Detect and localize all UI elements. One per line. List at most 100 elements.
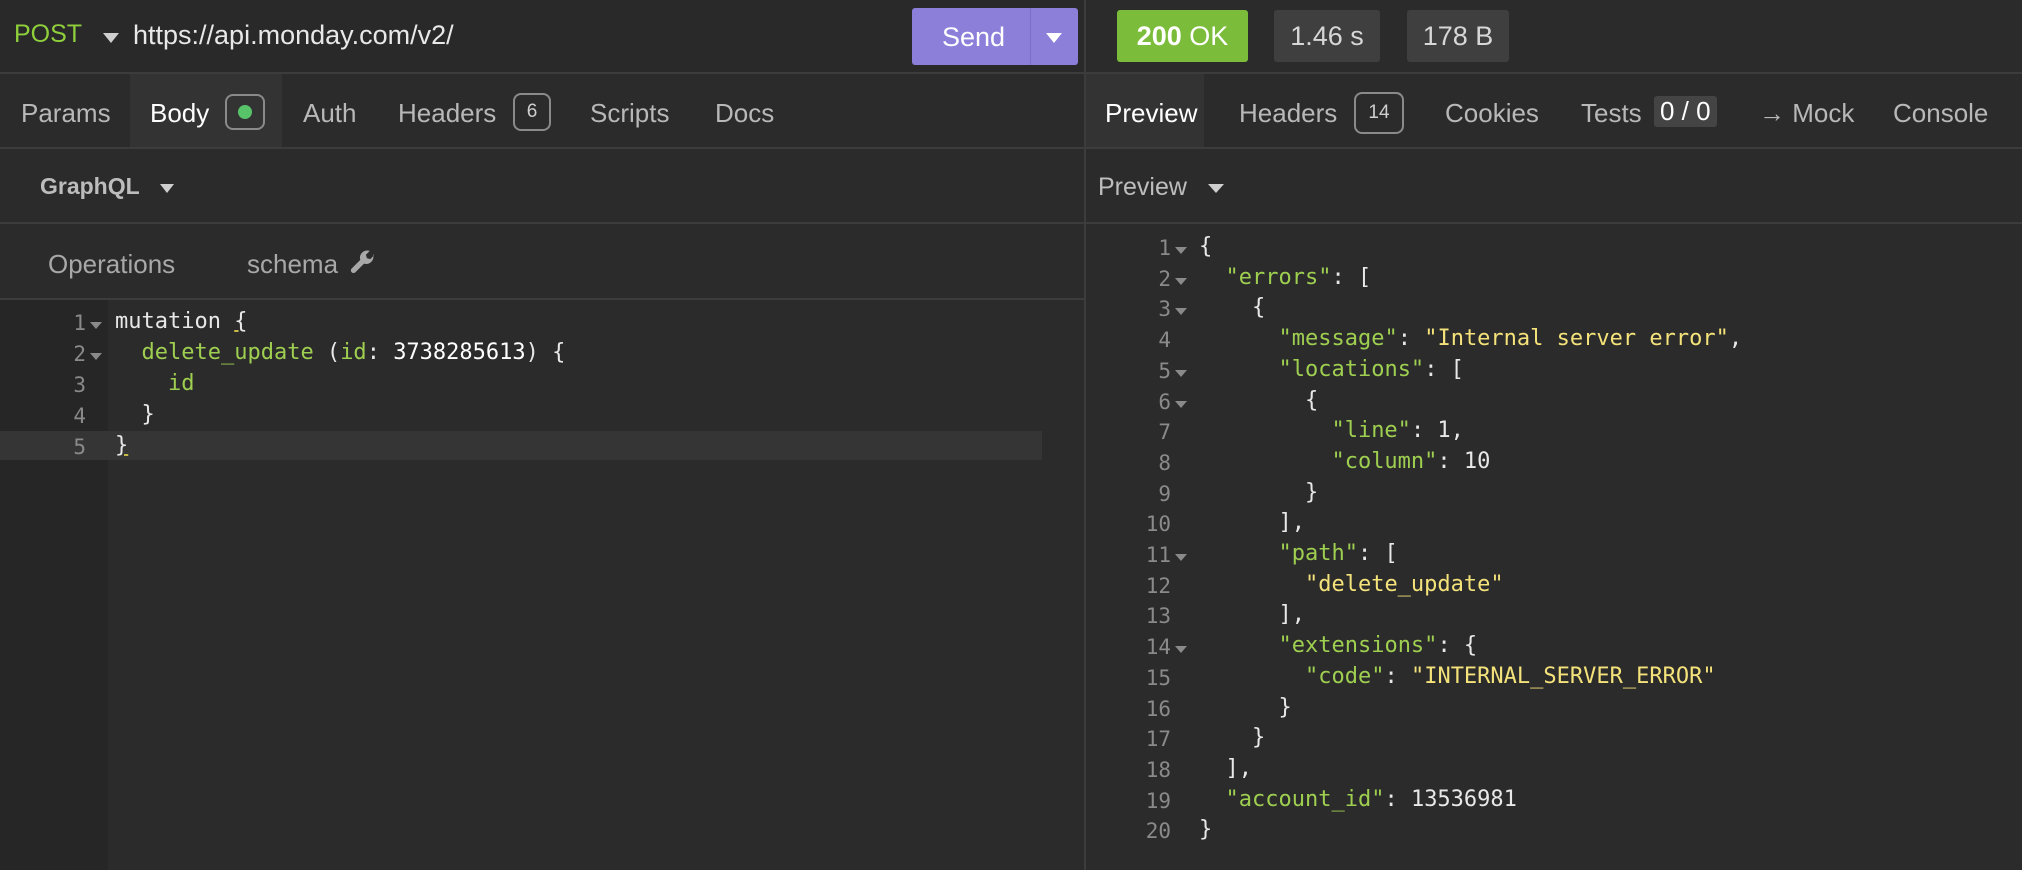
body-active-indicator xyxy=(225,94,265,130)
json-punct: { xyxy=(1199,234,1213,259)
code-line: mutation { xyxy=(115,309,247,334)
tab-preview[interactable]: Preview xyxy=(1105,98,1197,129)
brace: } xyxy=(141,402,155,427)
code-line: } xyxy=(115,433,128,458)
method-dropdown-icon[interactable] xyxy=(103,33,119,43)
punct: : xyxy=(366,340,394,365)
fold-arrow-icon[interactable] xyxy=(1175,369,1187,377)
json-line: ], xyxy=(1199,755,1253,781)
tab-params[interactable]: Params xyxy=(21,98,111,129)
body-type-dropdown-icon[interactable] xyxy=(160,184,174,193)
json-line: { xyxy=(1199,388,1318,413)
line-number: 5 xyxy=(1158,358,1171,383)
brace: { xyxy=(234,309,248,334)
status-badge: 200 OK xyxy=(1117,10,1248,62)
query-editor[interactable]: 1 mutation { 2 delete_update (id: 373828… xyxy=(0,300,1084,870)
tab-response-headers[interactable]: Headers xyxy=(1239,98,1337,129)
line-number: 16 xyxy=(1145,696,1171,721)
send-divider xyxy=(1030,8,1031,65)
preview-mode-row: Preview xyxy=(1086,149,2022,224)
json-string: "delete_update" xyxy=(1304,571,1504,597)
json-line: "path": [ xyxy=(1199,541,1397,566)
line-number: 8 xyxy=(1158,450,1171,475)
line-number: 14 xyxy=(1145,635,1171,660)
json-punct: } xyxy=(1304,479,1319,505)
line-number: 1 xyxy=(73,311,86,335)
request-tabs: Params Body Auth Headers 6 Scripts Docs xyxy=(0,74,1084,149)
line-number: 10 xyxy=(1145,512,1171,537)
keyword: mutation xyxy=(115,309,235,334)
tab-mock[interactable]: → Mock xyxy=(1759,98,1854,129)
json-line: "message": "Internal server error", xyxy=(1199,326,1742,351)
method-selector[interactable]: POST xyxy=(14,20,82,49)
fold-arrow-icon[interactable] xyxy=(1175,308,1187,316)
code-line: id xyxy=(115,371,195,396)
json-key: "extensions" xyxy=(1278,633,1438,659)
tests-count-badge: 0 / 0 xyxy=(1654,96,1717,127)
send-options-icon[interactable] xyxy=(1046,33,1062,43)
response-viewer[interactable]: 1{2 "errors": [3 {4 "message": "Internal… xyxy=(1086,224,2022,870)
preview-mode-selector[interactable]: Preview xyxy=(1098,173,1187,202)
response-time-badge: 1.46 s xyxy=(1274,10,1380,62)
status-code: 200 xyxy=(1136,21,1182,51)
line-number: 13 xyxy=(1145,604,1171,629)
line-number: 15 xyxy=(1145,665,1171,690)
body-type-selector[interactable]: GraphQL xyxy=(40,173,140,200)
line-number: 18 xyxy=(1145,757,1171,782)
json-punct: , xyxy=(1728,326,1743,352)
fold-arrow-icon[interactable] xyxy=(1175,646,1187,654)
json-punct: : [ xyxy=(1424,356,1464,382)
fold-arrow-icon[interactable] xyxy=(90,322,102,329)
json-punct: ], xyxy=(1225,755,1253,781)
json-key: "account_id" xyxy=(1225,786,1385,812)
green-dot-icon xyxy=(238,105,252,119)
code-line: } xyxy=(115,402,155,427)
json-punct: ], xyxy=(1278,510,1305,536)
line-number: 9 xyxy=(1158,481,1171,506)
json-line: "locations": [ xyxy=(1199,356,1464,382)
response-tabs: Preview Headers 14 Cookies Tests 0 / 0 →… xyxy=(1086,74,2022,149)
line-number: 5 xyxy=(73,435,86,459)
response-size-badge: 178 B xyxy=(1407,10,1509,62)
line-number: 6 xyxy=(1158,389,1171,414)
json-punct: : xyxy=(1384,663,1411,689)
line-number: 4 xyxy=(1158,328,1171,353)
json-line: "line": 1, xyxy=(1199,418,1463,444)
json-key: "path" xyxy=(1278,541,1358,566)
tab-schema[interactable]: schema xyxy=(247,249,338,280)
punct: ) { xyxy=(525,340,566,365)
tab-headers[interactable]: Headers xyxy=(398,98,496,129)
tab-cookies[interactable]: Cookies xyxy=(1445,98,1539,129)
json-line: "column": 10 xyxy=(1199,449,1490,474)
line-number: 19 xyxy=(1145,788,1171,813)
json-punct: ], xyxy=(1278,602,1305,628)
fold-arrow-icon[interactable] xyxy=(1175,554,1187,561)
fold-arrow-icon[interactable] xyxy=(1175,247,1187,254)
send-button[interactable]: Send xyxy=(912,8,1078,65)
json-line: { xyxy=(1199,234,1212,259)
wrench-icon[interactable] xyxy=(349,248,377,276)
tab-docs[interactable]: Docs xyxy=(715,98,774,129)
line-number: 3 xyxy=(1158,297,1171,322)
preview-dropdown-icon[interactable] xyxy=(1208,184,1224,193)
line-number: 2 xyxy=(73,342,86,366)
tab-console[interactable]: Console xyxy=(1893,98,1988,129)
tab-tests[interactable]: Tests xyxy=(1581,98,1642,129)
tab-operations[interactable]: Operations xyxy=(48,249,175,280)
current-line-highlight xyxy=(0,431,1042,460)
fold-arrow-icon[interactable] xyxy=(1175,277,1187,285)
fold-arrow-icon[interactable] xyxy=(90,353,102,360)
json-key: "line" xyxy=(1331,418,1411,444)
arg-value: 3738285613 xyxy=(393,340,526,365)
json-punct: { xyxy=(1251,295,1266,321)
body-type-row: GraphQL xyxy=(0,149,1084,224)
fold-arrow-icon[interactable] xyxy=(1175,400,1187,408)
tab-scripts[interactable]: Scripts xyxy=(590,98,669,129)
json-line: } xyxy=(1199,725,1265,750)
tab-auth[interactable]: Auth xyxy=(303,98,357,129)
tab-body[interactable]: Body xyxy=(150,98,209,129)
json-punct: } xyxy=(1278,694,1292,720)
json-key: "errors" xyxy=(1225,264,1332,290)
json-line: { xyxy=(1199,295,1265,320)
url-input[interactable]: https://api.monday.com/v2/ xyxy=(133,20,454,51)
